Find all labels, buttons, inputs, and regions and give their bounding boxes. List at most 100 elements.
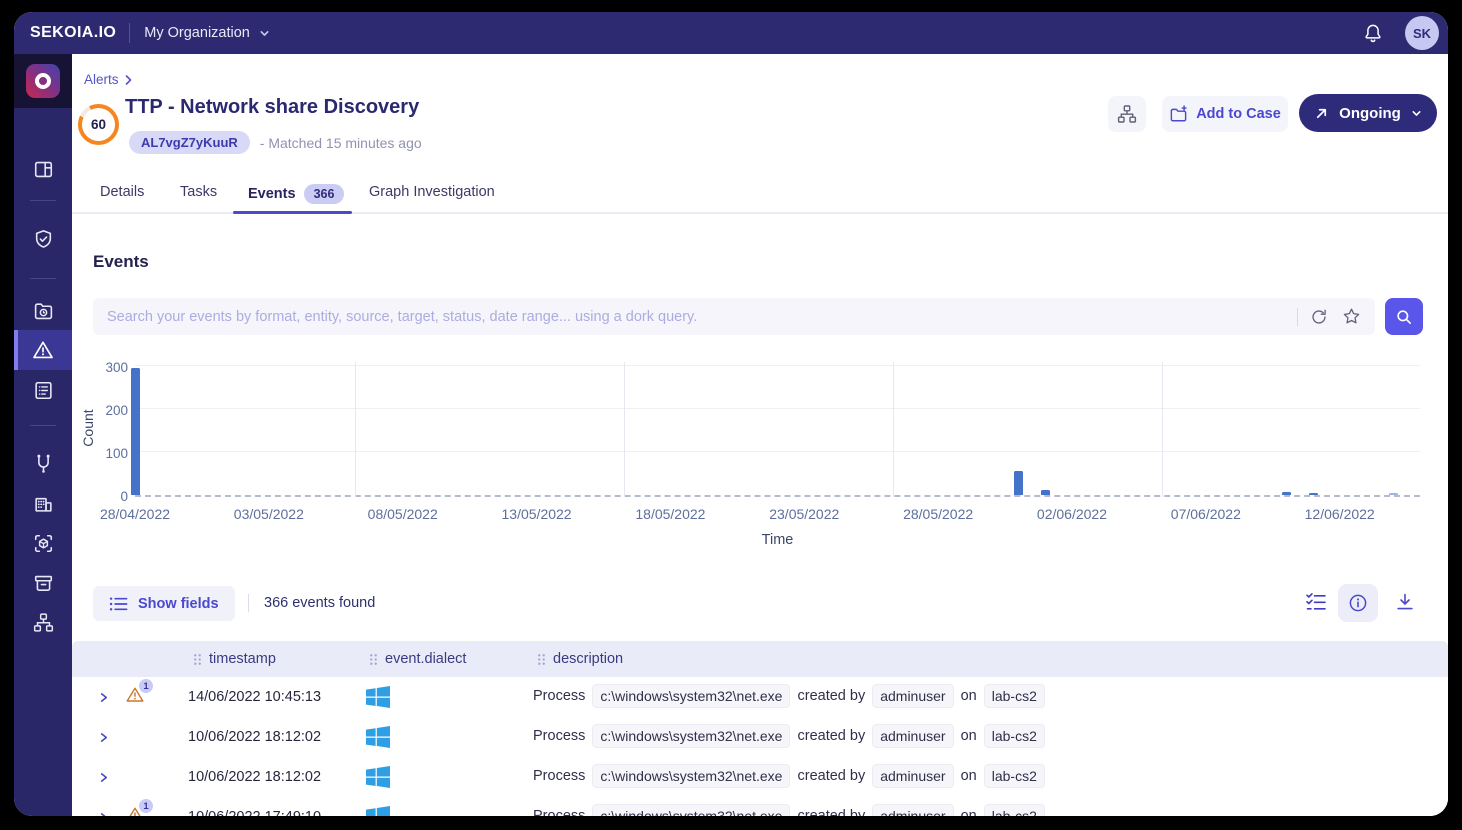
chart-bar[interactable]	[1041, 490, 1050, 495]
user-chip[interactable]: adminuser	[872, 804, 953, 816]
host-chip[interactable]: lab-cs2	[984, 724, 1045, 748]
breadcrumb[interactable]: Alerts	[84, 72, 133, 87]
y-tick-label: 300	[105, 360, 128, 375]
table-row[interactable]: 10/06/2022 18:12:02 Process c:\windows\s…	[72, 757, 1448, 797]
search-input[interactable]	[93, 309, 1297, 325]
windows-logo-icon	[366, 806, 390, 816]
sidebar-item-cases[interactable]	[14, 370, 72, 410]
app-window: SEKOIA.IO My Organization SK	[14, 12, 1448, 816]
sidebar-divider	[30, 425, 56, 426]
expand-row-icon[interactable]	[98, 691, 109, 704]
drag-handle-icon[interactable]	[537, 653, 546, 666]
host-chip[interactable]: lab-cs2	[984, 684, 1045, 708]
warning-count-badge: 1	[139, 799, 153, 813]
drag-handle-icon[interactable]	[193, 653, 202, 666]
table-row[interactable]: 1 10/06/2022 17:49:10 Process c:\windows…	[72, 797, 1448, 816]
sidebar-logo-block[interactable]	[14, 54, 72, 108]
v-gridline	[893, 362, 894, 497]
organization-switcher[interactable]: My Organization	[144, 25, 270, 41]
alert-triangle-icon	[32, 339, 54, 361]
x-tick-label: 28/05/2022	[903, 506, 973, 522]
expand-row-icon[interactable]	[98, 811, 109, 816]
sidebar-item-dashboard[interactable]	[14, 149, 72, 189]
graph-investigation-button[interactable]	[1108, 96, 1146, 132]
sandbox-cube-scan-icon	[33, 533, 54, 554]
sidebar-item-company[interactable]	[14, 483, 72, 523]
chart-y-ticks: 0100200300	[72, 364, 128, 497]
sidebar-divider	[30, 200, 56, 201]
company-building-icon	[33, 493, 54, 514]
favorite-star-icon[interactable]	[1342, 307, 1361, 326]
chart-x-axis-label: Time	[135, 532, 1420, 548]
process-path-chip[interactable]: c:\windows\system32\net.exe	[592, 724, 790, 748]
expand-row-icon[interactable]	[98, 771, 109, 784]
user-avatar[interactable]: SK	[1405, 16, 1439, 50]
process-path-chip[interactable]: c:\windows\system32\net.exe	[592, 764, 790, 788]
table-row[interactable]: 1 14/06/2022 10:45:13 Process c:\windows…	[72, 677, 1448, 717]
tab-events[interactable]: Events 366	[248, 184, 344, 204]
alert-short-id-badge[interactable]: AL7vgZ7yKuuR	[129, 131, 250, 154]
x-tick-label: 18/05/2022	[635, 506, 705, 522]
warning-indicator[interactable]: 1	[126, 806, 144, 816]
host-chip[interactable]: lab-cs2	[984, 804, 1045, 816]
y-tick-label: 0	[120, 489, 128, 504]
status-dropdown-button[interactable]: Ongoing	[1299, 94, 1437, 132]
active-tab-underline	[233, 211, 352, 214]
table-row[interactable]: 10/06/2022 18:12:02 Process c:\windows\s…	[72, 717, 1448, 757]
info-toggle-button[interactable]	[1338, 584, 1378, 622]
breadcrumb-alerts-link[interactable]: Alerts	[84, 72, 119, 87]
chart-x-ticks: 28/04/202203/05/202208/05/202213/05/2022…	[135, 506, 1420, 526]
show-fields-button[interactable]: Show fields	[93, 586, 235, 621]
windows-logo-icon	[366, 766, 390, 788]
cell-timestamp: 10/06/2022 17:49:10	[188, 809, 321, 816]
x-tick-label: 13/05/2022	[502, 506, 572, 522]
download-icon[interactable]	[1395, 592, 1415, 612]
expand-row-icon[interactable]	[98, 731, 109, 744]
tab-tasks[interactable]: Tasks	[180, 184, 217, 200]
windows-logo-icon	[366, 686, 390, 708]
select-columns-icon[interactable]	[1305, 592, 1327, 612]
chart-bar[interactable]	[1014, 471, 1023, 495]
sidebar-item-sandbox[interactable]	[14, 523, 72, 563]
sidebar-item-playbooks[interactable]	[14, 443, 72, 483]
sidebar-item-communities[interactable]	[14, 602, 72, 642]
sidebar-item-archive[interactable]	[14, 563, 72, 603]
brand-logo[interactable]: SEKOIA.IO	[30, 24, 116, 42]
chart-bar[interactable]	[1309, 493, 1318, 495]
column-header-timestamp[interactable]: timestamp	[193, 641, 276, 677]
drag-handle-icon[interactable]	[369, 653, 378, 666]
user-chip[interactable]: adminuser	[872, 724, 953, 748]
organization-name: My Organization	[144, 25, 250, 41]
tab-details[interactable]: Details	[100, 184, 144, 200]
chart-bar[interactable]	[1282, 492, 1291, 495]
process-path-chip[interactable]: c:\windows\system32\net.exe	[592, 804, 790, 816]
refresh-icon[interactable]	[1310, 308, 1328, 326]
tab-graph-investigation[interactable]: Graph Investigation	[369, 184, 495, 200]
matched-timestamp: - Matched 15 minutes ago	[260, 135, 422, 151]
chart-bar[interactable]	[1389, 493, 1398, 495]
h-gridline	[135, 365, 1420, 366]
chevron-down-icon	[1411, 108, 1422, 119]
column-header-description[interactable]: description	[537, 641, 623, 677]
user-chip[interactable]: adminuser	[872, 684, 953, 708]
sidebar-item-intelligence[interactable]	[14, 291, 72, 331]
sidebar-item-alerts[interactable]	[14, 330, 72, 370]
search-button[interactable]	[1385, 298, 1423, 335]
column-header-event-dialect[interactable]: event.dialect	[369, 641, 466, 677]
search-divider	[1297, 308, 1298, 326]
x-tick-label: 23/05/2022	[769, 506, 839, 522]
host-chip[interactable]: lab-cs2	[984, 764, 1045, 788]
process-path-chip[interactable]: c:\windows\system32\net.exe	[592, 684, 790, 708]
user-chip[interactable]: adminuser	[872, 764, 953, 788]
notifications-bell-icon[interactable]	[1363, 23, 1383, 44]
main-content: Alerts 60 TTP - Network share Discovery …	[72, 54, 1448, 816]
chart-bar[interactable]	[131, 368, 140, 495]
add-to-case-button[interactable]: Add to Case	[1162, 96, 1288, 132]
warning-indicator[interactable]: 1	[126, 686, 144, 703]
events-heading: Events	[93, 252, 149, 272]
v-gridline	[1162, 362, 1163, 497]
x-tick-label: 07/06/2022	[1171, 506, 1241, 522]
x-tick-label: 02/06/2022	[1037, 506, 1107, 522]
sidebar-item-protect[interactable]	[14, 219, 72, 259]
info-icon	[1348, 593, 1368, 613]
